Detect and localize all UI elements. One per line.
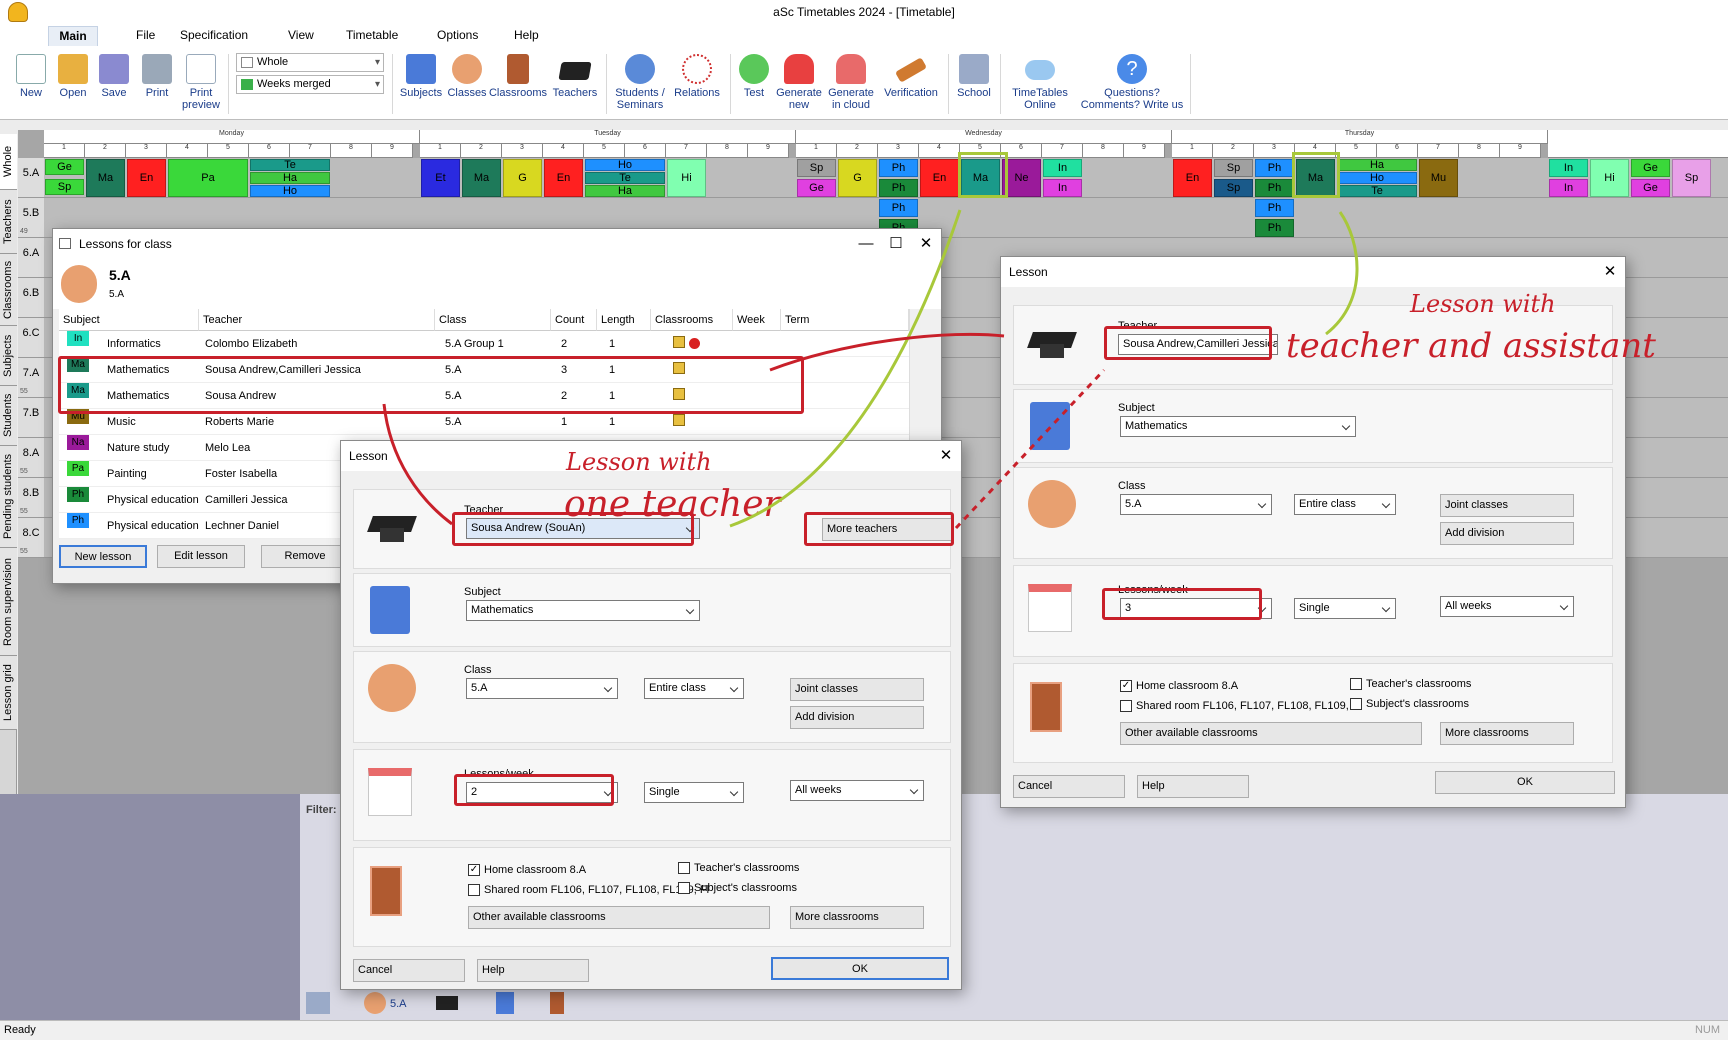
arrow-to-dialog-a bbox=[382, 403, 453, 526]
arrow-to-dialog-b bbox=[769, 332, 1005, 372]
arrow-one-teacher bbox=[729, 209, 962, 528]
arrow-more-teachers bbox=[954, 368, 1106, 530]
annotation-arrows bbox=[382, 209, 1359, 530]
arrow-assistant bbox=[1325, 211, 1359, 336]
